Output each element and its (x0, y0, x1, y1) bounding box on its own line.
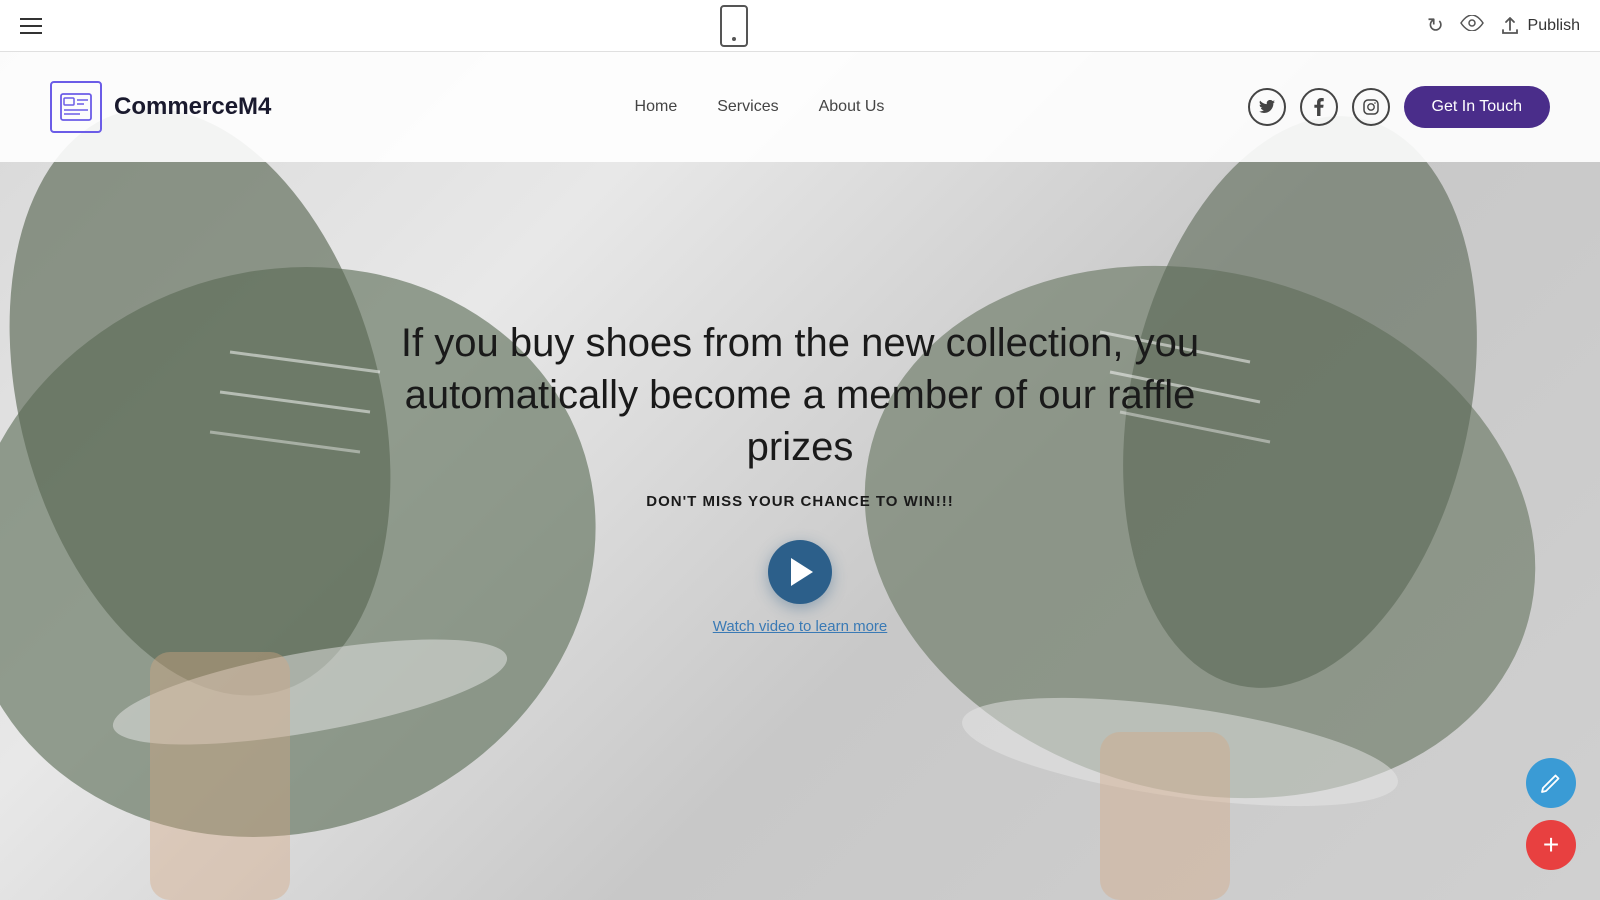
hero-section: CommerceM4 Home Services About Us (0, 52, 1600, 900)
fab-container: + (1526, 758, 1576, 870)
site-nav-links: Home Services About Us (635, 98, 885, 116)
undo-icon[interactable]: ↺ (1427, 13, 1444, 38)
site-logo: CommerceM4 (50, 81, 271, 133)
hamburger-menu-icon[interactable] (20, 18, 42, 34)
watch-video-link[interactable]: Watch video to learn more (713, 618, 888, 635)
nav-about[interactable]: About Us (819, 98, 885, 116)
instagram-social-button[interactable] (1352, 88, 1390, 126)
site-navbar: CommerceM4 Home Services About Us (0, 52, 1600, 162)
nav-services[interactable]: Services (717, 98, 778, 116)
hero-content: If you buy shoes from the new collection… (400, 317, 1200, 635)
video-play-section: Watch video to learn more (400, 540, 1200, 635)
preview-eye-icon[interactable] (1460, 15, 1484, 36)
mobile-preview-button[interactable] (720, 5, 748, 47)
logo-icon (50, 81, 102, 133)
play-icon (791, 558, 813, 586)
add-fab-button[interactable]: + (1526, 820, 1576, 870)
hero-subtitle: DON'T MISS YOUR CHANCE TO WIN!!! (400, 493, 1200, 510)
edit-fab-button[interactable] (1526, 758, 1576, 808)
publish-label: Publish (1528, 17, 1580, 35)
play-video-button[interactable] (768, 540, 832, 604)
hero-title: If you buy shoes from the new collection… (400, 317, 1200, 473)
publish-button[interactable]: Publish (1500, 16, 1580, 36)
nav-home[interactable]: Home (635, 98, 678, 116)
facebook-social-button[interactable] (1300, 88, 1338, 126)
top-toolbar: ↺ Publish (0, 0, 1600, 52)
toolbar-left (20, 18, 42, 34)
toolbar-right: ↺ Publish (1427, 13, 1580, 38)
twitter-social-button[interactable] (1248, 88, 1286, 126)
site-logo-text: CommerceM4 (114, 93, 271, 121)
site-nav-right: Get In Touch (1248, 86, 1550, 128)
toolbar-center (720, 5, 748, 47)
get-in-touch-button[interactable]: Get In Touch (1404, 86, 1550, 128)
website-preview-area: CommerceM4 Home Services About Us (0, 52, 1600, 900)
